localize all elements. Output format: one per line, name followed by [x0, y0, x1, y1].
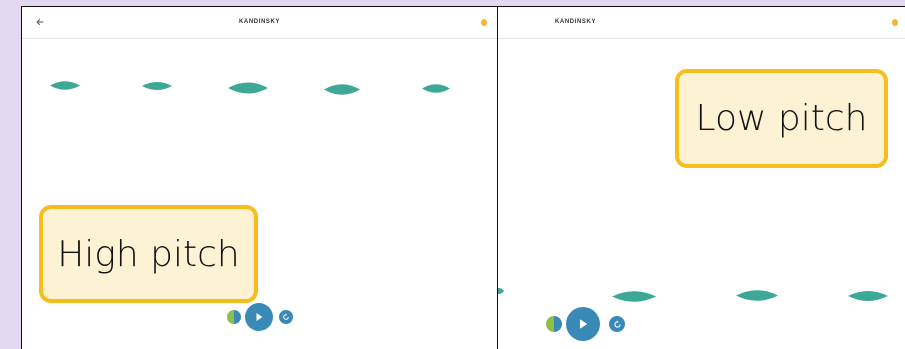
- play-icon: [256, 313, 263, 321]
- play-button[interactable]: [245, 303, 273, 331]
- reset-icon: [613, 320, 621, 328]
- leaf-note[interactable]: [142, 81, 172, 91]
- playback-controls: [227, 303, 293, 331]
- leaf-note[interactable]: [498, 287, 504, 295]
- right-screen: KANDINSKY Low pitch: [498, 6, 905, 349]
- coin-icon[interactable]: [892, 19, 898, 26]
- high-pitch-callout: High pitch: [39, 205, 258, 303]
- top-bar: KANDINSKY: [22, 7, 497, 39]
- left-screen: KANDINSKY High pitch: [21, 6, 498, 349]
- play-button[interactable]: [566, 307, 600, 341]
- play-icon: [580, 319, 588, 329]
- leaf-note[interactable]: [736, 289, 778, 302]
- leaf-note[interactable]: [228, 81, 268, 95]
- leaf-note[interactable]: [324, 83, 360, 96]
- coin-icon[interactable]: [481, 19, 487, 26]
- reset-button[interactable]: [279, 310, 293, 324]
- top-bar: KANDINSKY: [498, 7, 905, 39]
- reset-icon: [283, 313, 289, 320]
- leaf-note[interactable]: [848, 290, 888, 302]
- leaf-note[interactable]: [50, 80, 80, 91]
- playback-controls: [546, 307, 625, 341]
- app-title: KANDINSKY: [238, 19, 281, 25]
- color-toggle-icon[interactable]: [227, 310, 241, 324]
- low-pitch-callout: Low pitch: [675, 69, 888, 168]
- color-toggle-icon[interactable]: [546, 316, 562, 332]
- reset-button[interactable]: [609, 316, 625, 332]
- leaf-note[interactable]: [422, 83, 450, 94]
- leaf-note[interactable]: [612, 290, 656, 303]
- app-title: KANDINSKY: [555, 19, 597, 25]
